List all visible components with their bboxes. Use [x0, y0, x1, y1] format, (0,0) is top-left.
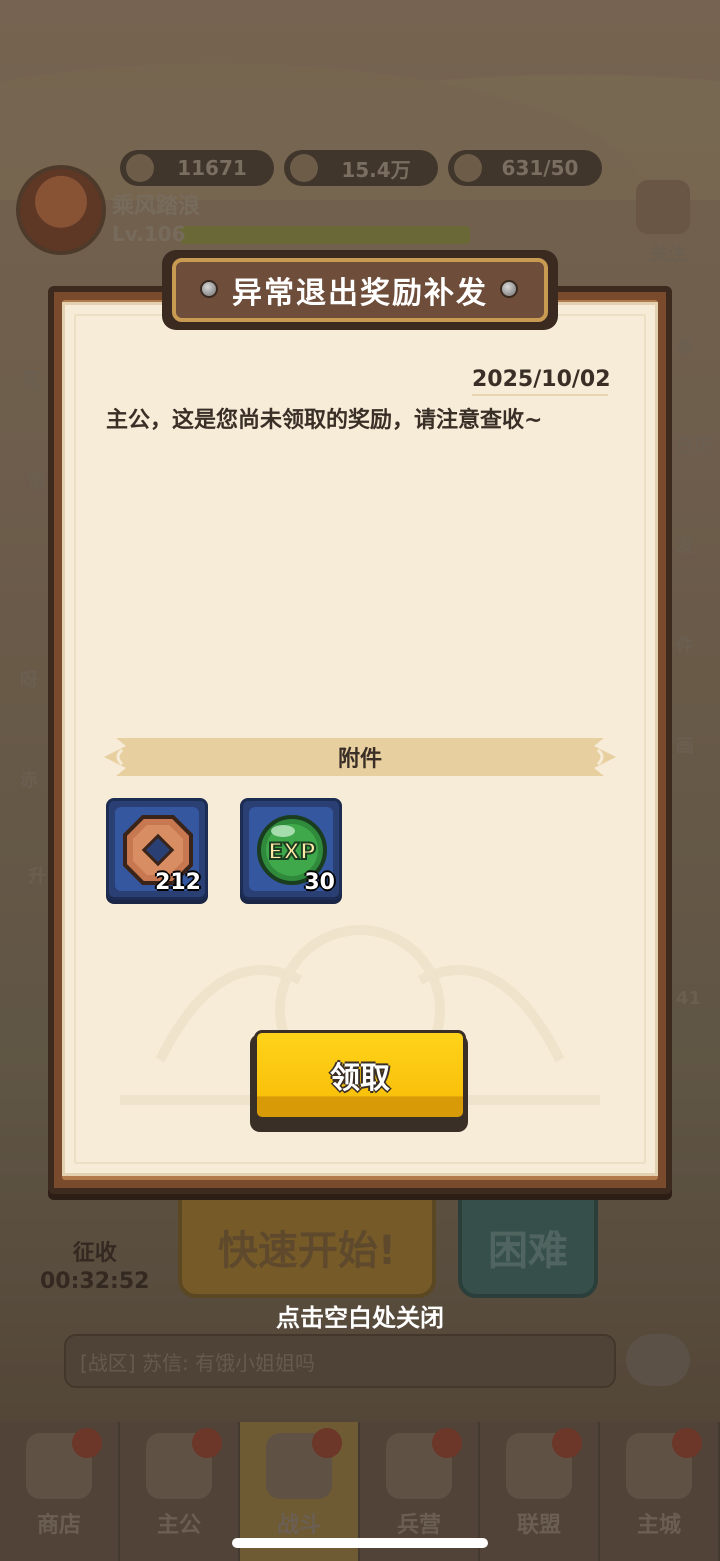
mail-date: 2025/10/02 [472, 367, 611, 396]
rivet-left-icon [200, 280, 218, 298]
attachment-item-exp[interactable]: EXP 30 [240, 798, 342, 900]
attachment-item-copper[interactable]: 212 [106, 798, 208, 900]
claim-button[interactable]: 领取 [254, 1030, 466, 1120]
item-quantity: 212 [155, 870, 201, 895]
dialog-title: 异常退出奖励补发 [232, 276, 488, 311]
exp-icon-text: EXP [268, 840, 316, 865]
title-plate-inner: 异常退出奖励补发 [172, 258, 548, 322]
attachments-label: 附件 [337, 747, 382, 772]
mail-message: 主公，这是您尚未领取的奖励，请注意查收~ [106, 408, 543, 433]
close-hint: 点击空白处关闭 [276, 1304, 444, 1332]
item-quantity: 30 [304, 870, 335, 895]
claim-button-label: 领取 [330, 1061, 390, 1096]
home-indicator[interactable] [232, 1538, 488, 1548]
rivet-right-icon [500, 280, 518, 298]
